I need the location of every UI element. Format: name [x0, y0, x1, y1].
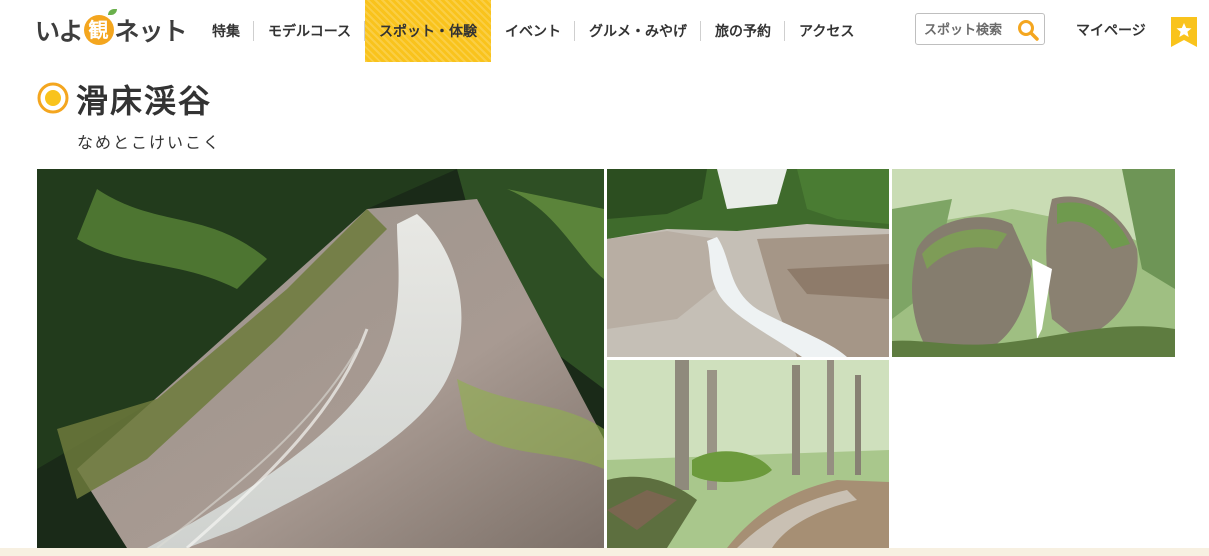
title-bullet-icon: [37, 82, 69, 114]
nav-label: スポット・体験: [379, 24, 478, 40]
nav-item-features[interactable]: 特集: [198, 0, 254, 62]
logo-text-post: ネット: [114, 17, 188, 46]
river-rapids-photo[interactable]: [607, 169, 889, 357]
title-reading: なめとこけいこく: [77, 133, 222, 152]
nav-label: モデルコース: [268, 24, 352, 40]
logo-kan-badge: 観: [83, 9, 117, 45]
main-nav: 特集 モデルコース スポット・体験 イベント グルメ・みやげ 旅の予約 アクセス: [198, 0, 868, 62]
nav-label: 旅の予約: [715, 24, 772, 40]
search-icon[interactable]: [1016, 18, 1040, 42]
waterfall-slide-photo[interactable]: [37, 169, 604, 548]
nav-item-spots-experiences[interactable]: スポット・体験: [365, 0, 492, 62]
forest-trail-photo[interactable]: [607, 360, 889, 548]
nav-label: グルメ・みやげ: [589, 24, 688, 40]
nav-item-access[interactable]: アクセス: [785, 0, 868, 62]
page-title: 滑床渓谷: [76, 82, 213, 120]
nav-label: イベント: [505, 24, 562, 40]
nav-label: 特集: [212, 24, 240, 40]
split-boulder-photo[interactable]: [892, 169, 1175, 357]
search-input[interactable]: [922, 15, 1022, 45]
logo-text-pre: いよ: [35, 17, 84, 46]
nav-item-events[interactable]: イベント: [491, 0, 576, 62]
logo-kan-char: 観: [88, 18, 109, 42]
page-bottom-band: [0, 548, 1209, 556]
site-logo[interactable]: いよ 観 ネット: [35, 9, 188, 48]
nav-item-gourmet-souvenirs[interactable]: グルメ・みやげ: [575, 0, 702, 62]
nav-item-travel-booking[interactable]: 旅の予約: [701, 0, 786, 62]
mypage-link[interactable]: マイページ: [1076, 20, 1146, 40]
spot-search-box: [915, 13, 1045, 45]
nav-label: アクセス: [799, 24, 855, 40]
favorites-star-icon[interactable]: [1171, 17, 1197, 47]
site-header: いよ 観 ネット 特集 モデルコース スポット・体験 イベント グルメ・みやげ …: [0, 0, 1209, 62]
nav-item-model-course[interactable]: モデルコース: [254, 0, 366, 62]
